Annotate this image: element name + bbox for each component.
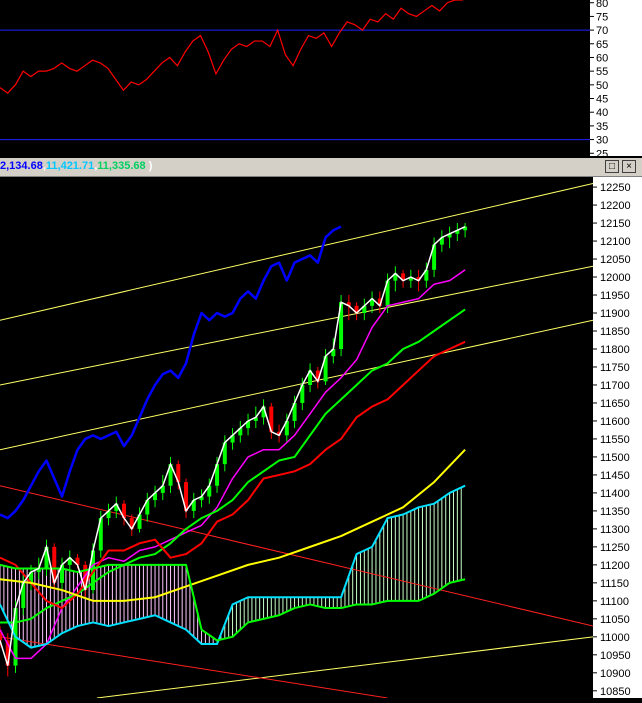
y-tick-label: 11800 — [600, 344, 630, 356]
y-tick-label: 12000 — [600, 272, 631, 284]
y-tick-label: 12250 — [600, 182, 631, 194]
close-paren: ) — [148, 160, 153, 172]
chart-title-bar: 2,134.68,11,421.71,11,335.68 ) □ × — [0, 158, 642, 177]
y-tick-label: 11600 — [600, 416, 630, 428]
y-tick-label: 11700 — [600, 380, 630, 392]
y-tick-label: 40 — [596, 107, 608, 119]
close-icon[interactable]: × — [622, 160, 636, 173]
y-tick-label: 70 — [596, 25, 608, 37]
y-tick-label: 11300 — [600, 524, 630, 536]
y-tick-label: 11850 — [600, 326, 630, 338]
indicator-values: 2,134.68,11,421.71,11,335.68 ) — [0, 160, 152, 172]
y-tick-label: 11250 — [600, 542, 630, 554]
trend-line — [0, 636, 388, 698]
y-tick-label: 80 — [596, 0, 608, 10]
oscillator-line — [0, 0, 463, 94]
y-tick-label: 60 — [596, 52, 608, 64]
y-tick-label: 11150 — [600, 578, 629, 590]
value-cyan: 11,421.71 — [45, 160, 95, 172]
y-tick-label: 11750 — [600, 362, 630, 374]
oscillator-pane: 80 75 70 65 60 55 50 45 40 35 30 25 — [0, 0, 642, 160]
y-tick-label: 12100 — [600, 236, 631, 248]
y-tick-label: 11450 — [600, 470, 630, 482]
y-tick-label: 11000 — [600, 632, 630, 644]
y-tick-label: 75 — [596, 11, 608, 23]
price-pane: 12250 12200 12150 12100 12050 12000 11950 11900… — [0, 177, 642, 698]
value-green: 11,335.68 — [97, 160, 146, 172]
maximize-icon[interactable]: □ — [605, 160, 619, 173]
y-tick-label: 55 — [596, 66, 608, 78]
y-tick-label: 12150 — [600, 218, 631, 230]
y-tick-label: 50 — [596, 80, 608, 92]
y-tick-label: 11400 — [600, 488, 630, 500]
y-tick-label: 45 — [596, 94, 608, 106]
y-tick-label: 11350 — [600, 506, 630, 518]
y-tick-label: 12050 — [600, 254, 631, 266]
y-tick-label: 11050 — [600, 614, 630, 626]
y-tick-label: 35 — [596, 121, 608, 133]
price-chart: 12250 12200 12150 12100 12050 12000 11950 11900… — [0, 177, 642, 698]
trend-line — [0, 265, 593, 386]
y-tick-label: 12200 — [600, 200, 631, 212]
value-blue: 2,134.68 — [0, 160, 43, 172]
trend-line — [0, 182, 593, 321]
y-tick-label: 11200 — [600, 560, 630, 572]
y-tick-label: 11950 — [600, 290, 630, 302]
y-tick-label: 25 — [596, 148, 608, 156]
y-tick-label: 30 — [596, 135, 608, 147]
y-tick-label: 11550 — [600, 434, 630, 446]
y-tick-label: 10950 — [600, 650, 631, 662]
plot-area — [0, 182, 593, 698]
y-tick-label: 10900 — [600, 668, 631, 680]
y-tick-label: 10850 — [600, 686, 631, 698]
y-tick-label: 65 — [596, 39, 608, 51]
oscillator-chart: 807570656055504540353025 — [0, 0, 642, 160]
trend-line — [0, 319, 593, 451]
y-tick-label: 11100 — [600, 596, 629, 608]
trend-line — [96, 636, 593, 698]
y-tick-label: 11500 — [600, 452, 630, 464]
y-tick-label: 11900 — [600, 308, 630, 320]
y-tick-label: 11650 — [600, 398, 630, 410]
